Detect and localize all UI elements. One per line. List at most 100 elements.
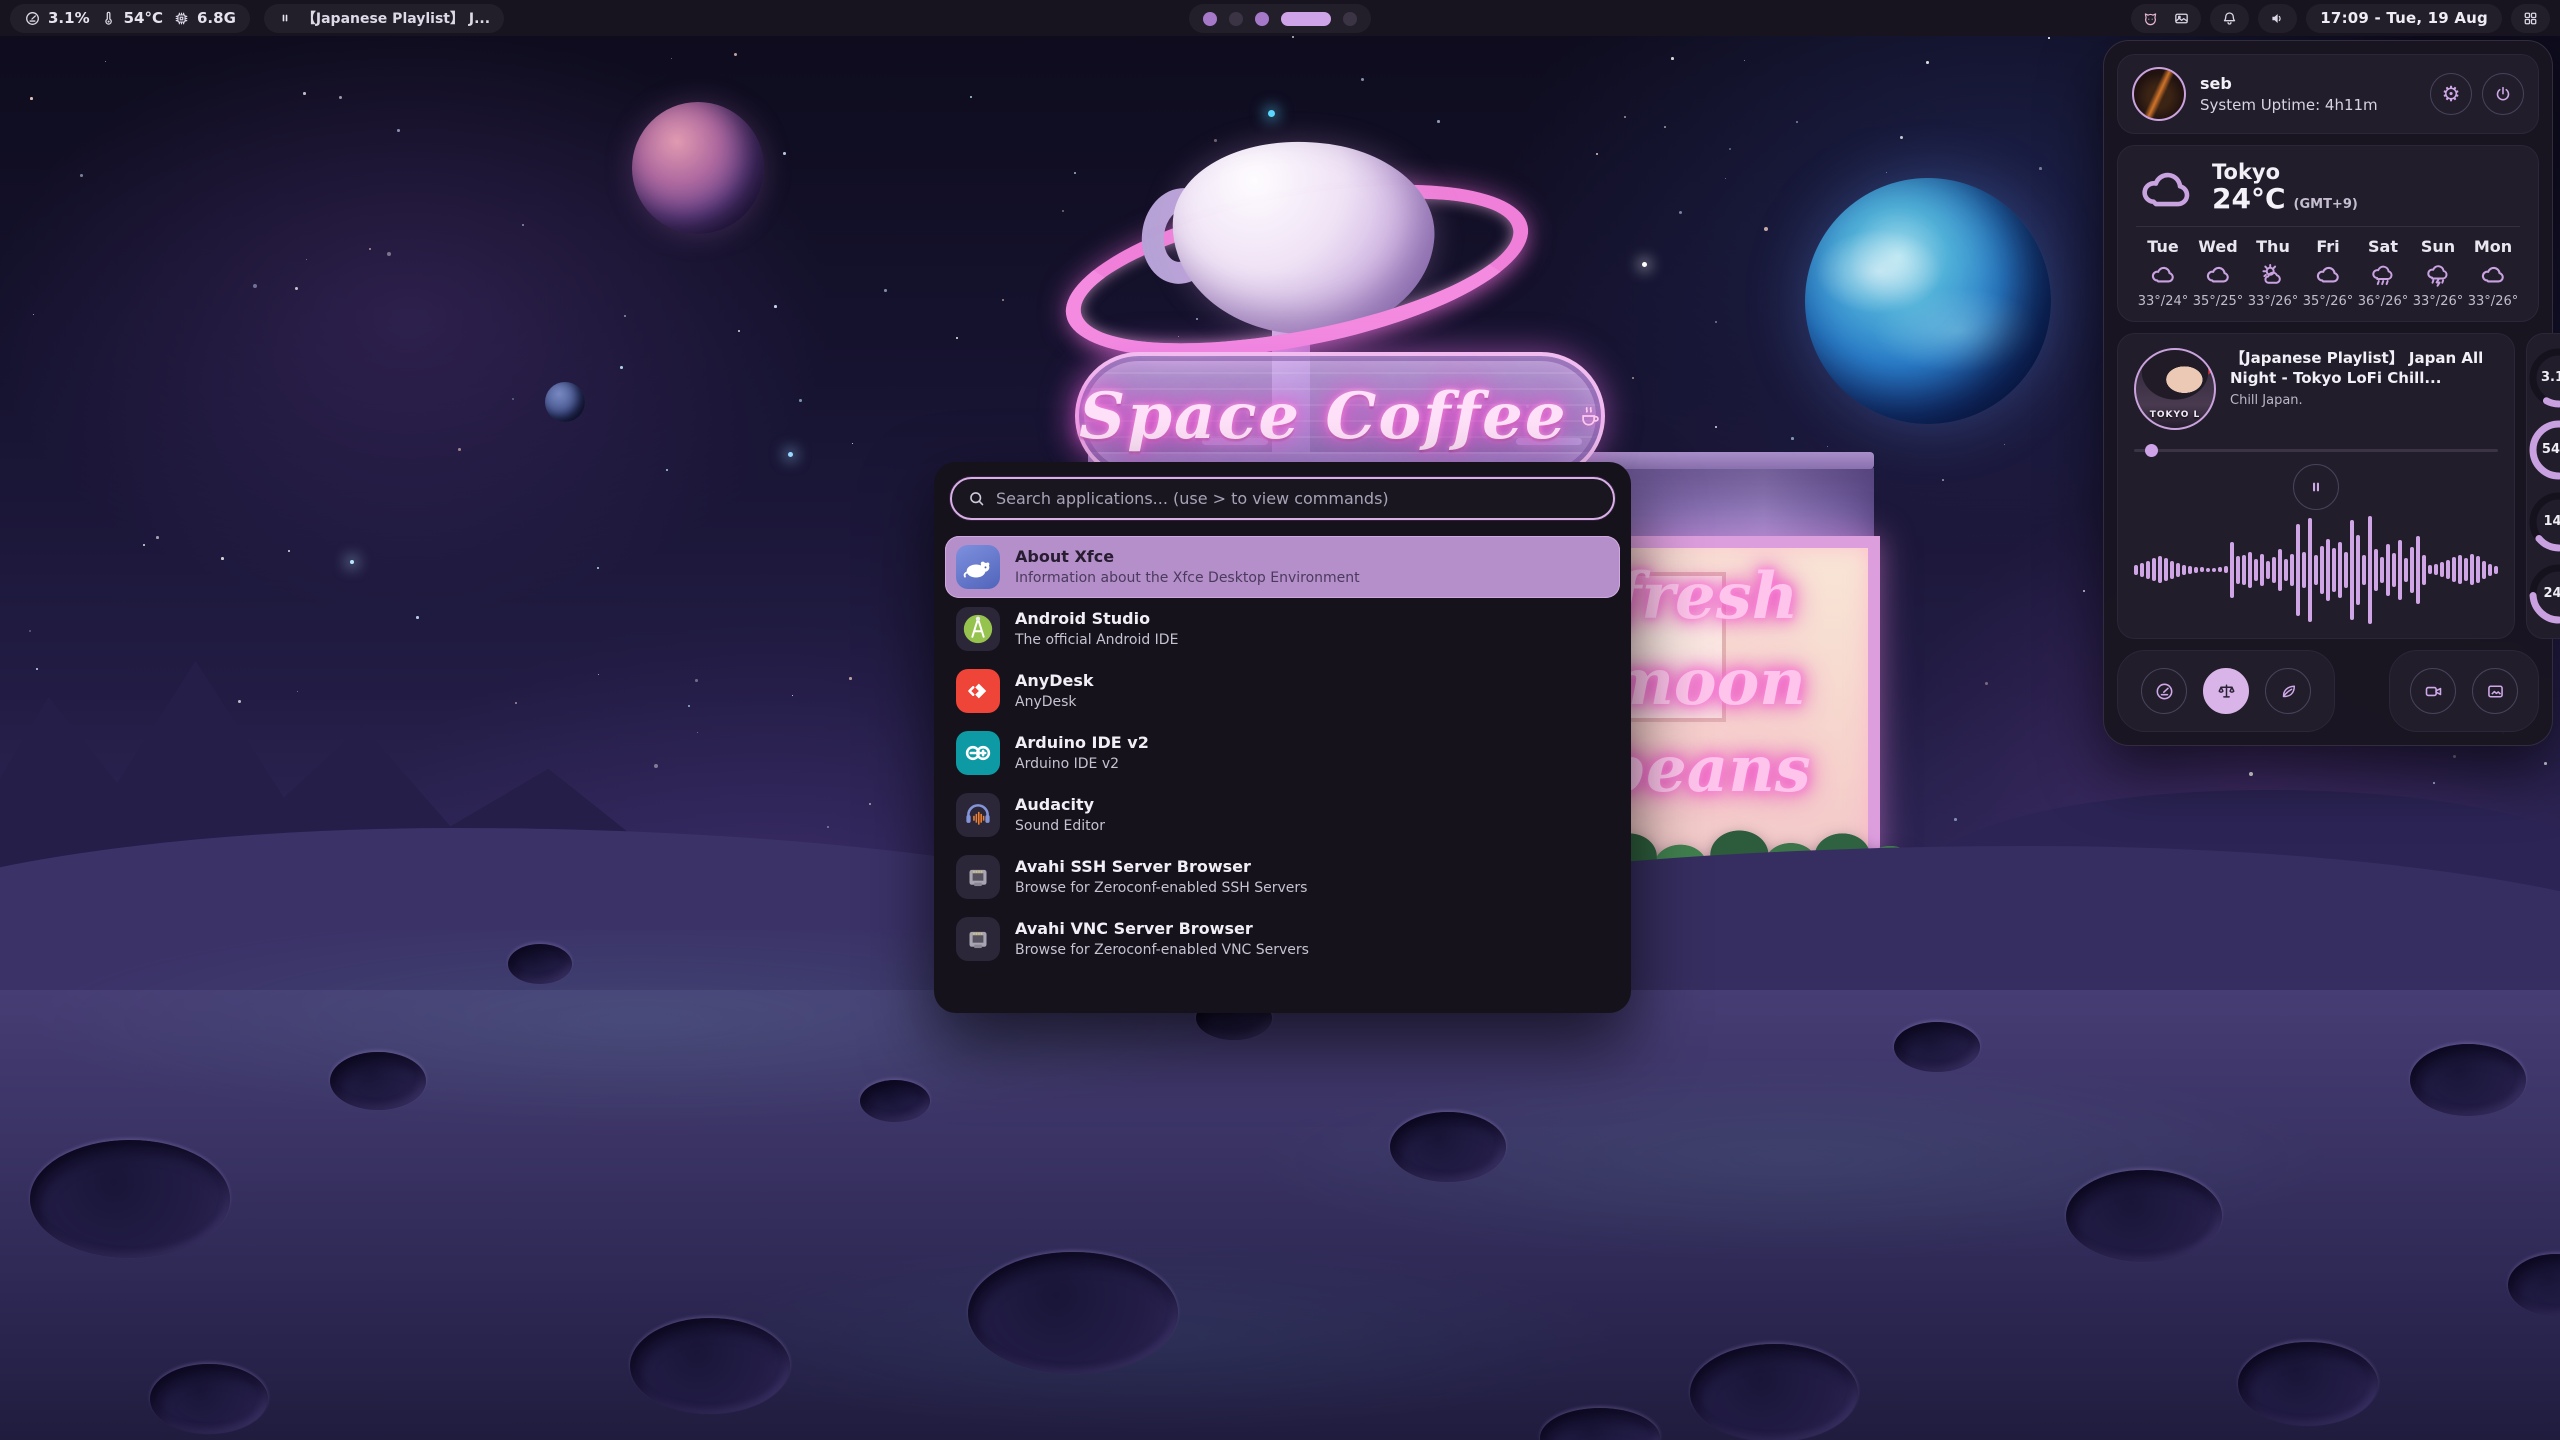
speedometer-icon [24,10,41,27]
app-description: Sound Editor [1015,817,1105,835]
earth-planet [1805,178,2051,424]
forecast-day-label: Tue [2147,237,2178,256]
app-row-arduino[interactable]: Arduino IDE v2 Arduino IDE v2 [945,722,1620,784]
workspace-indicator[interactable] [1189,4,1371,33]
forecast-day-label: Mon [2474,237,2512,256]
app-row-audacity[interactable]: Audacity Sound Editor [945,784,1620,846]
workspace-dot-occupied[interactable] [1255,12,1269,26]
window-neon-line: moon [1598,640,1876,726]
disk-gauge: 24% [2527,562,2560,626]
workspace-dot-empty[interactable] [1229,12,1243,26]
forecast-day: Wed 35°/25° [2191,237,2245,309]
app-name: About Xfce [1015,547,1360,567]
avatar[interactable] [2132,67,2186,121]
app-description: The official Android IDE [1015,631,1178,649]
forecast-day: Fri 35°/26° [2301,237,2355,309]
app-launcher: About Xfce Information about the Xfce De… [934,462,1631,1013]
app-row-about-xfce[interactable]: About Xfce Information about the Xfce De… [945,536,1620,598]
search-input[interactable] [996,489,1598,508]
search-bar[interactable] [950,477,1615,520]
forecast-day-label: Fri [2316,237,2339,256]
volume-button[interactable] [2258,4,2297,33]
weather-city: Tokyo [2212,160,2358,184]
cloud-icon [2149,261,2177,289]
forecast-temps: 36°/26° [2358,294,2408,309]
settings-button[interactable]: ⚙ [2430,73,2472,115]
gear-icon: ⚙ [2442,84,2461,105]
app-name: Arduino IDE v2 [1015,733,1149,753]
screen-record-button[interactable] [2410,668,2456,714]
app-row-android-studio[interactable]: Android Studio The official Android IDE [945,598,1620,660]
workspace-dot-occupied[interactable] [1203,12,1217,26]
neon-sign: Space Coffee [1075,352,1605,480]
profile-performance-button[interactable] [2141,668,2187,714]
cloud-icon [2136,164,2196,210]
leaf-icon [2278,681,2299,702]
xfce-mouse-icon [956,545,1000,589]
neon-sign-text: Space Coffee [1079,379,1568,454]
system-stats-pill: 3.1% 54°C 6.8G [10,4,250,33]
cloud-icon [2314,261,2342,289]
temperature-stat: 54°C [100,9,163,27]
power-button[interactable] [2482,73,2524,115]
screenshot-button[interactable] [2472,668,2518,714]
now-playing-label: 【Japanese Playlist】 J... [302,8,490,28]
cat-pet-icon[interactable] [2142,10,2159,27]
scales-icon [2216,681,2237,702]
forecast-day-label: Wed [2198,237,2237,256]
utility-pill [2131,4,2201,33]
forecast-temps: 33°/26° [2468,294,2518,309]
forecast-day-label: Sat [2368,237,2398,256]
app-description: Browse for Zeroconf-enabled VNC Servers [1015,941,1309,959]
workspace-dot-active[interactable] [1281,12,1331,26]
forecast-day: Sat 36°/26° [2356,237,2410,309]
temperature-stat-value: 54°C [124,9,163,27]
weather-card: Tokyo 24°C (GMT+9) Tue 33°/24° Wed 35°/2… [2117,145,2539,322]
capture-tools [2389,650,2539,732]
search-icon [967,489,986,508]
profile-powersave-button[interactable] [2265,668,2311,714]
wallpaper-icon[interactable] [2173,10,2190,27]
forecast-day: Sun 33°/26° [2411,237,2465,309]
forecast-day-label: Sun [2421,237,2455,256]
forecast-day-label: Thu [2256,237,2290,256]
notifications-button[interactable] [2210,4,2249,33]
overview-button[interactable] [2511,4,2550,33]
app-description: Information about the Xfce Desktop Envir… [1015,569,1360,587]
user-card: seb System Uptime: 4h11m ⚙ [2117,54,2539,134]
top-bar: 3.1% 54°C 6.8G 【Japanese Playlist】 J... [0,0,2560,36]
seek-bar[interactable] [2134,444,2498,456]
temperature-gauge: 54°C [2527,418,2560,482]
storm-cloud-icon [2424,261,2452,289]
clock-label: 17:09 - Tue, 19 Aug [2320,9,2488,27]
chip-icon [173,10,190,27]
play-pause-button[interactable] [2293,464,2339,510]
weather-timezone: (GMT+9) [2294,198,2358,212]
forecast-temps: 33°/26° [2248,294,2298,309]
seek-handle[interactable] [2145,444,2158,457]
temperature-gauge-value: 54°C [2527,418,2560,482]
speaker-icon [2269,10,2286,27]
app-name: AnyDesk [1015,671,1094,691]
forecast-temps: 35°/26° [2303,294,2353,309]
sun-cloud-icon [2259,261,2287,289]
disk-gauge-value: 24% [2527,562,2560,626]
screenshot-icon [2485,681,2506,702]
album-art-text: TOKYO L [2136,410,2214,420]
app-row-avahi-vnc[interactable]: Avahi VNC Server Browser Browse for Zero… [945,908,1620,970]
app-row-avahi-ssh[interactable]: Avahi SSH Server Browser Browse for Zero… [945,846,1620,908]
divider [2136,226,2520,227]
network-connector-icon [956,855,1000,899]
memory-gauge-value: 14% [2527,490,2560,554]
clock-pill[interactable]: 17:09 - Tue, 19 Aug [2306,4,2502,33]
profile-balanced-button[interactable] [2203,668,2249,714]
forecast-day: Thu 33°/26° [2246,237,2300,309]
video-camera-icon [2423,681,2444,702]
power-profile-selector [2117,650,2335,732]
now-playing-pill[interactable]: 【Japanese Playlist】 J... [264,4,504,33]
workspace-dot-empty[interactable] [1343,12,1357,26]
app-row-anydesk[interactable]: AnyDesk AnyDesk [945,660,1620,722]
weather-temp: 24°C [2212,184,2286,215]
cpu-stat-value: 3.1% [48,9,90,27]
track-title: 【Japanese Playlist】 Japan All Night - To… [2230,348,2498,389]
